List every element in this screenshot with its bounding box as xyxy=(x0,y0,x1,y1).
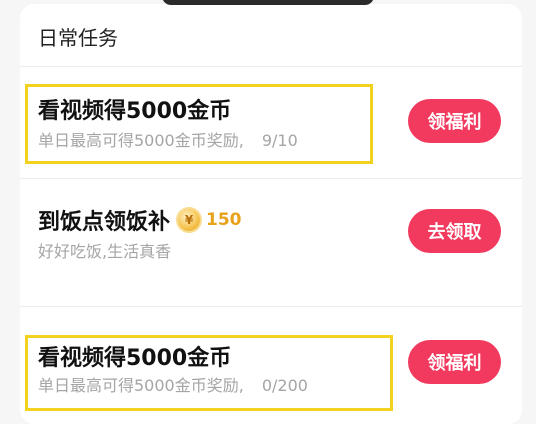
task-title: 到饭点领饭补 ¥ 150 xyxy=(38,204,242,236)
task-desc-text: 单日最高可得5000金币奖励, xyxy=(38,131,244,150)
task-desc: 好好吃饭,生活真香 xyxy=(38,242,172,261)
task-desc: 单日最高可得5000金币奖励, 9/10 xyxy=(38,127,298,151)
go-claim-button[interactable]: 去领取 xyxy=(408,209,501,253)
section-title: 日常任务 xyxy=(38,26,118,50)
task-desc-text: 单日最高可得5000金币奖励, xyxy=(38,376,244,395)
claim-welfare-button[interactable]: 领福利 xyxy=(408,340,501,384)
divider xyxy=(20,178,522,179)
divider xyxy=(20,66,522,67)
task-progress: 9/10 xyxy=(261,131,298,150)
task-title-text: 到饭点领饭补 xyxy=(38,210,171,235)
coin-icon: ¥ xyxy=(178,209,201,231)
status-bar-notch xyxy=(162,0,374,5)
claim-welfare-button[interactable]: 领福利 xyxy=(408,99,501,143)
task-progress: 0/200 xyxy=(261,376,308,395)
coin-amount: 150 xyxy=(206,210,242,230)
task-desc: 单日最高可得5000金币奖励, 0/200 xyxy=(38,372,308,396)
divider xyxy=(20,306,522,307)
task-title: 看视频得5000金币 xyxy=(38,346,232,371)
task-title: 看视频得5000金币 xyxy=(38,99,232,124)
